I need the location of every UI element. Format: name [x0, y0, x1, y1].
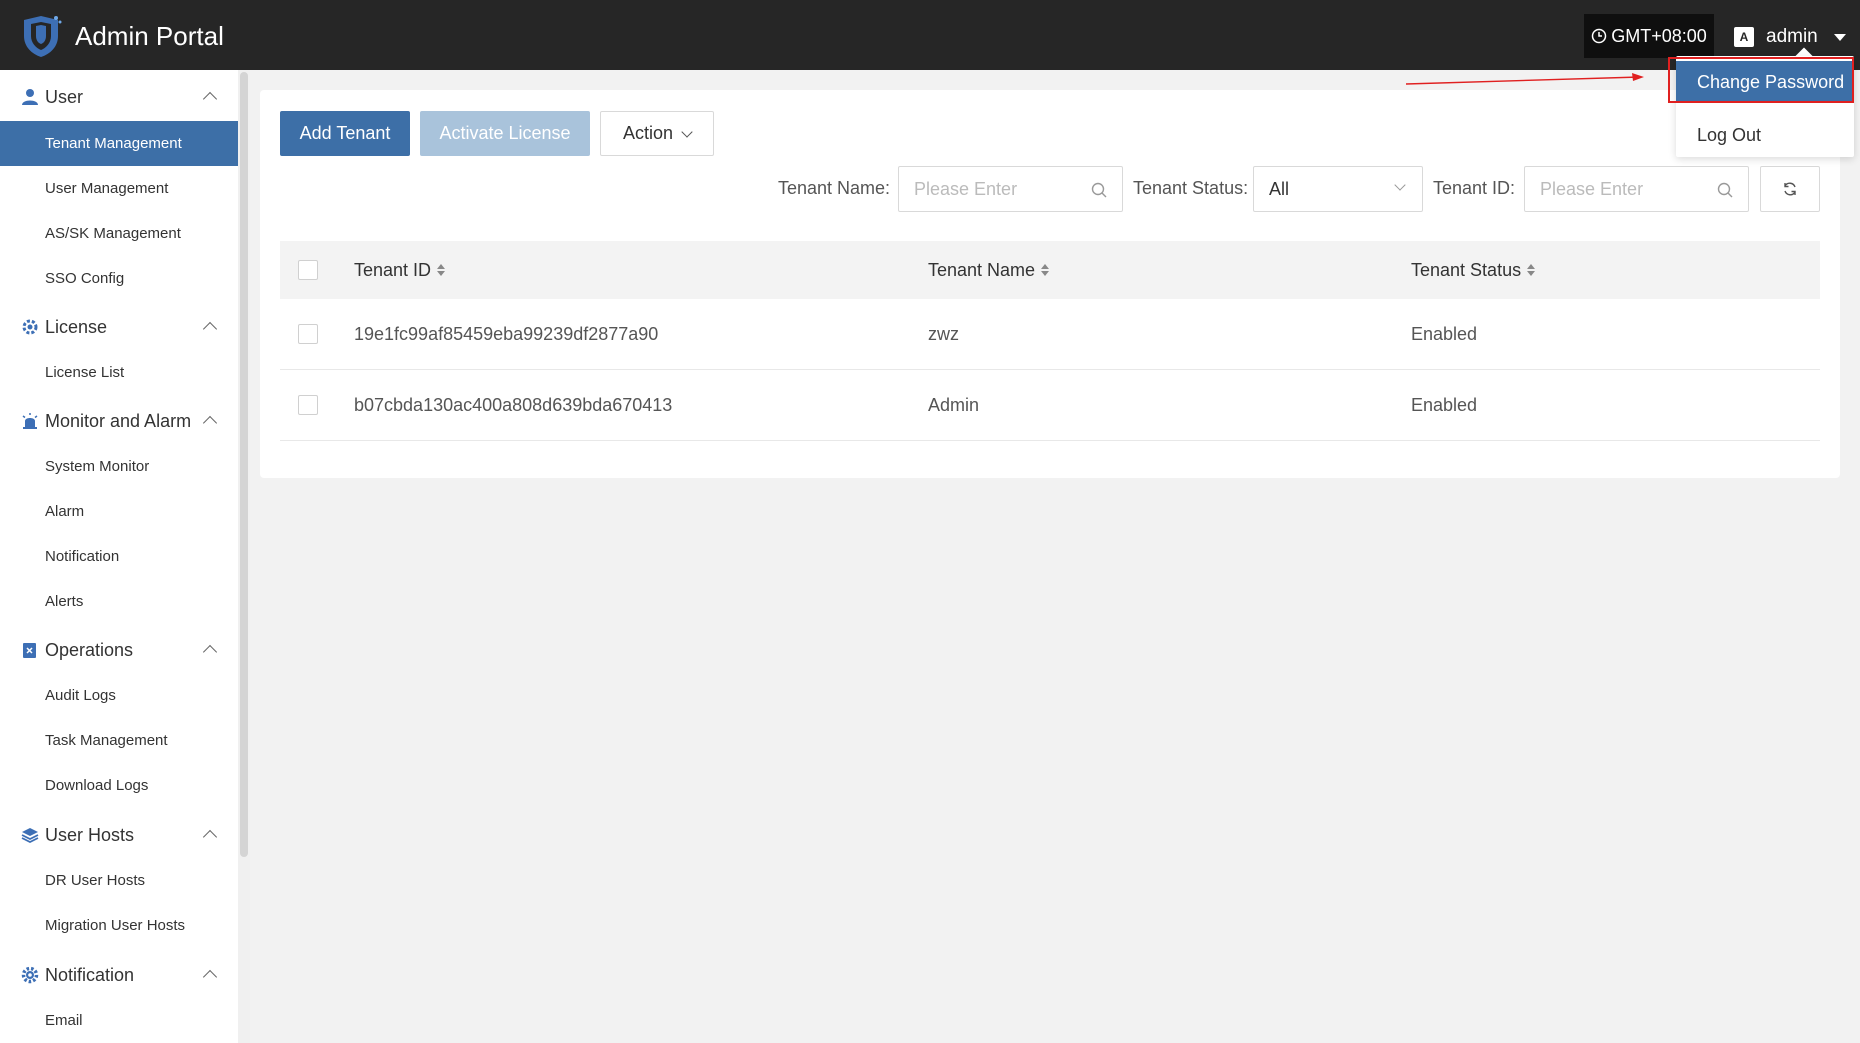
- column-label: Tenant Name: [928, 259, 1036, 280]
- sidebar-item-download-logs[interactable]: Download Logs: [0, 763, 238, 808]
- tenant-id-placeholder: Please Enter: [1540, 178, 1644, 199]
- tenant-panel: Add Tenant Activate License Action Tenan…: [260, 90, 1840, 478]
- table-row[interactable]: b07cbda130ac400a808d639bda670413 Admin E…: [280, 370, 1820, 441]
- sidebar-item-notification[interactable]: Notification: [0, 534, 238, 579]
- sidebar-group-notification[interactable]: Notification: [0, 952, 238, 998]
- cell-tenant-name: zwz: [928, 323, 959, 344]
- search-icon[interactable]: [1090, 181, 1108, 199]
- chevron-down-icon: [681, 125, 693, 138]
- sidebar-item-as-sk-management[interactable]: AS/SK Management: [0, 211, 238, 256]
- column-label: Tenant ID: [354, 259, 432, 280]
- cell-tenant-id: 19e1fc99af85459eba99239df2877a90: [354, 323, 659, 344]
- sidebar-item-audit-logs[interactable]: Audit Logs: [0, 673, 238, 718]
- sidebar-item-email[interactable]: Email: [0, 998, 238, 1043]
- tenant-name-label: Tenant Name:: [778, 178, 891, 198]
- column-header-tenant-status[interactable]: Tenant Status: [1411, 241, 1536, 299]
- clock-icon: [1591, 28, 1607, 44]
- column-header-tenant-name[interactable]: Tenant Name: [928, 241, 1050, 299]
- annotation-arrow: [1405, 73, 1644, 85]
- sidebar-group-monitor-and-alarm[interactable]: Monitor and Alarm: [0, 398, 238, 444]
- sidebar-group-label: Notification: [45, 964, 135, 985]
- table-header: Tenant ID Tenant Name Tenant Status: [280, 241, 1820, 299]
- sidebar-group-label: User: [45, 86, 84, 107]
- chevron-up-icon[interactable]: [202, 321, 218, 337]
- username[interactable]: admin: [1766, 26, 1818, 48]
- sidebar-group-user-hosts[interactable]: User Hosts: [0, 812, 238, 858]
- sidebar-item-user-management[interactable]: User Management: [0, 166, 238, 211]
- search-icon[interactable]: [1716, 181, 1734, 199]
- alarm-icon: [20, 411, 40, 431]
- user-menu[interactable]: A admin: [1734, 22, 1846, 52]
- column-label: Tenant Status: [1411, 259, 1522, 280]
- language-icon[interactable]: A: [1734, 27, 1754, 47]
- sidebar-item-dr-user-hosts[interactable]: DR User Hosts: [0, 858, 238, 903]
- user-icon: [20, 87, 40, 107]
- app-title: Admin Portal: [75, 21, 224, 51]
- tenant-name-input[interactable]: Please Enter: [898, 166, 1123, 212]
- sidebar: User Tenant Management User Management A…: [0, 70, 238, 1043]
- sort-icon[interactable]: [437, 264, 446, 276]
- cell-tenant-name: Admin: [928, 394, 980, 415]
- cell-tenant-status: Enabled: [1411, 323, 1478, 344]
- annotation-highlight-box: [1668, 57, 1854, 103]
- sidebar-item-alarm[interactable]: Alarm: [0, 489, 238, 534]
- top-bar: Admin Portal GMT+08:00 A admin: [0, 0, 1860, 70]
- log-out-menu-item[interactable]: Log Out: [1676, 114, 1854, 156]
- chevron-up-icon[interactable]: [202, 829, 218, 845]
- sidebar-group-label: User Hosts: [45, 824, 135, 845]
- sidebar-group-label: Operations: [45, 639, 134, 660]
- action-label: Action: [622, 123, 674, 143]
- sidebar-item-task-management[interactable]: Task Management: [0, 718, 238, 763]
- sidebar-group-operations[interactable]: Operations: [0, 627, 238, 673]
- row-checkbox[interactable]: [298, 324, 318, 344]
- sort-icon[interactable]: [1041, 264, 1050, 276]
- row-checkbox[interactable]: [298, 395, 318, 415]
- layers-icon: [20, 825, 40, 845]
- table-row[interactable]: 19e1fc99af85459eba99239df2877a90 zwz Ena…: [280, 299, 1820, 370]
- tenant-table: Tenant ID Tenant Name Tenant Status 19e1…: [280, 241, 1820, 441]
- activate-license-button[interactable]: Activate License: [420, 111, 590, 156]
- refresh-icon: [1784, 182, 1796, 196]
- gear-icon: [20, 965, 40, 985]
- tenant-name-placeholder: Please Enter: [914, 178, 1018, 199]
- tenant-status-select[interactable]: All: [1253, 166, 1423, 212]
- cell-tenant-status: Enabled: [1411, 394, 1478, 415]
- chevron-down-icon: [1394, 179, 1406, 191]
- select-all-checkbox[interactable]: [298, 260, 318, 280]
- sidebar-item-tenant-management[interactable]: Tenant Management: [0, 121, 238, 166]
- cell-tenant-id: b07cbda130ac400a808d639bda670413: [354, 394, 673, 415]
- sidebar-item-system-monitor[interactable]: System Monitor: [0, 444, 238, 489]
- chevron-up-icon[interactable]: [202, 415, 218, 431]
- sidebar-item-migration-user-hosts[interactable]: Migration User Hosts: [0, 903, 238, 948]
- action-dropdown-button[interactable]: Action: [600, 111, 714, 156]
- tenant-id-label: Tenant ID:: [1433, 178, 1516, 198]
- tenant-id-input[interactable]: Please Enter: [1524, 166, 1749, 212]
- timezone-text: GMT+08:00: [1611, 25, 1707, 46]
- tenant-status-label: Tenant Status:: [1133, 178, 1249, 198]
- sidebar-item-license-list[interactable]: License List: [0, 350, 238, 395]
- column-header-tenant-id[interactable]: Tenant ID: [354, 241, 446, 299]
- sidebar-item-sso-config[interactable]: SSO Config: [0, 256, 238, 301]
- logo-shield-icon: [24, 16, 62, 57]
- license-gear-icon: [20, 317, 40, 337]
- add-tenant-button[interactable]: Add Tenant: [280, 111, 410, 156]
- sidebar-group-label: Monitor and Alarm: [45, 410, 192, 431]
- sidebar-group-user[interactable]: User: [0, 74, 238, 120]
- sort-icon[interactable]: [1527, 264, 1536, 276]
- operations-icon: [20, 640, 40, 660]
- chevron-up-icon[interactable]: [202, 644, 218, 660]
- sidebar-scroll-thumb[interactable]: [240, 72, 248, 857]
- sidebar-group-label: License: [45, 316, 108, 337]
- sidebar-scrollbar[interactable]: [238, 70, 250, 1043]
- chevron-up-icon[interactable]: [202, 969, 218, 985]
- caret-down-icon[interactable]: [1833, 33, 1846, 41]
- timezone-display: GMT+08:00: [1584, 14, 1714, 58]
- refresh-button[interactable]: [1760, 166, 1820, 212]
- sidebar-group-license[interactable]: License: [0, 304, 238, 350]
- chevron-up-icon[interactable]: [202, 91, 218, 107]
- sidebar-item-alerts[interactable]: Alerts: [0, 579, 238, 624]
- tenant-status-value: All: [1269, 178, 1290, 199]
